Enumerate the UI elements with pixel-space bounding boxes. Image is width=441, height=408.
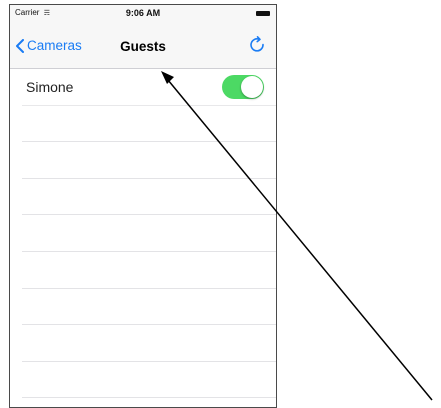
list-item — [22, 179, 276, 216]
list-item — [22, 106, 276, 143]
toggle-knob — [241, 76, 263, 98]
page-title: Guests — [120, 39, 166, 54]
list-item — [22, 215, 276, 252]
refresh-icon[interactable] — [248, 35, 268, 55]
list-item — [22, 252, 276, 289]
guest-list: Simone — [10, 69, 276, 399]
list-item — [22, 142, 276, 179]
list-item — [22, 325, 276, 362]
guest-toggle[interactable] — [222, 75, 264, 99]
navigation-bar: Cameras Guests — [10, 25, 276, 69]
status-bar: Carrier ☴ 9:06 AM — [10, 5, 276, 25]
list-item — [22, 289, 276, 326]
battery-icon — [256, 11, 270, 16]
list-item — [22, 362, 276, 399]
guest-name: Simone — [26, 79, 74, 95]
phone-frame: Carrier ☴ 9:06 AM Cameras Guests Simone — [9, 4, 277, 408]
list-item: Simone — [22, 69, 276, 106]
status-time: 9:06 AM — [125, 8, 161, 18]
